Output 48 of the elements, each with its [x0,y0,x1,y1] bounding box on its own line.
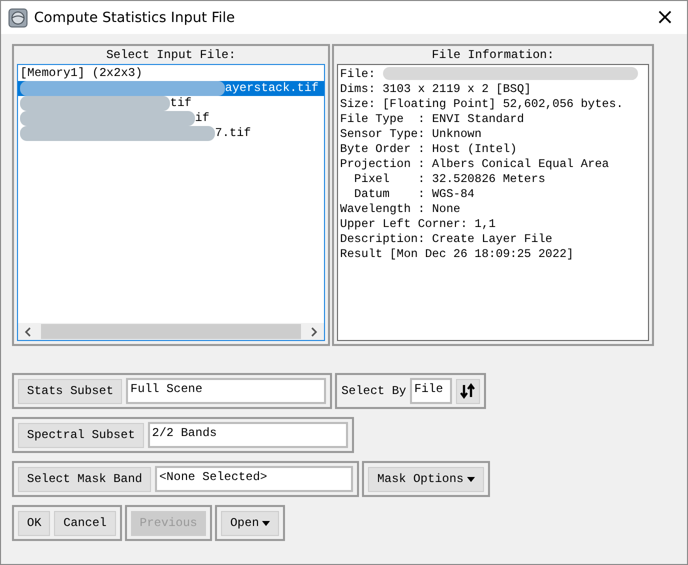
file-name: if [195,111,210,126]
file-list-item[interactable]: if [18,111,324,126]
info-line: Projection : Albers Conical Equal Area [340,157,610,172]
info-line: Size: [Floating Point] 52,602,056 bytes. [340,97,624,112]
info-line: Wavelength : None [340,202,460,217]
info-line: Sensor Type: Unknown [340,127,482,142]
horizontal-scrollbar[interactable] [18,323,324,340]
select-by-label: Select By [341,384,406,398]
close-button[interactable]: × [643,1,687,34]
file-list-item[interactable]: [Memory1] (2x2x3) [18,66,324,81]
info-line: Pixel : 32.520826 Meters [353,172,546,187]
info-line: File: [340,67,376,82]
window-title: Compute Statistics Input File [34,10,235,26]
sort-button[interactable] [456,378,480,404]
stats-subset-button[interactable]: Stats Subset [18,378,122,404]
caret-icon [262,520,270,526]
caret-icon [466,476,475,482]
file-name: ayerstack.tif [225,81,319,96]
select-mask-band-button[interactable]: Select Mask Band [18,466,152,492]
select-by-field[interactable]: File [410,378,452,404]
file-name: [Memory1] (2x2x3) [20,66,142,81]
sort-arrows-icon [460,383,476,399]
spectral-subset-button[interactable]: Spectral Subset [18,422,144,448]
app-icon [8,8,28,28]
file-list-item[interactable]: ayerstack.tif [18,81,324,96]
file-list-item[interactable]: 7.tif [18,126,324,141]
file-name: tif [170,96,192,111]
info-line: Dims: 3103 x 2119 x 2 [BSQ] [340,82,532,97]
info-line: Datum : WGS-84 [353,187,475,202]
stats-subset-field[interactable]: Full Scene [126,378,326,404]
info-line: Result [Mon Dec 26 18:09:25 2022] [340,247,574,262]
scroll-left-icon[interactable] [23,326,33,336]
info-line: Byte Order : Host (Intel) [340,142,517,157]
info-line: File Type : ENVI Standard [340,112,524,127]
info-line: Description: Create Layer File [340,232,552,247]
scrollbar-thumb[interactable] [41,324,301,339]
action-button[interactable]: Cancel [54,510,116,536]
action-button[interactable]: Open [221,510,280,536]
action-button[interactable]: OK [18,510,50,536]
panel-heading: File Information: [430,48,556,63]
mask-options-button[interactable]: Mask Options [368,466,484,492]
info-line: Upper Left Corner: 1,1 [340,217,496,232]
panel-heading: Select Input File: [105,48,237,63]
file-list-item[interactable]: tif [18,96,324,111]
scroll-right-icon[interactable] [309,326,319,336]
spectral-subset-field[interactable]: 2/2 Bands [148,422,348,448]
file-name: 7.tif [215,126,252,141]
mask-band-field[interactable]: <None Selected> [155,466,354,492]
